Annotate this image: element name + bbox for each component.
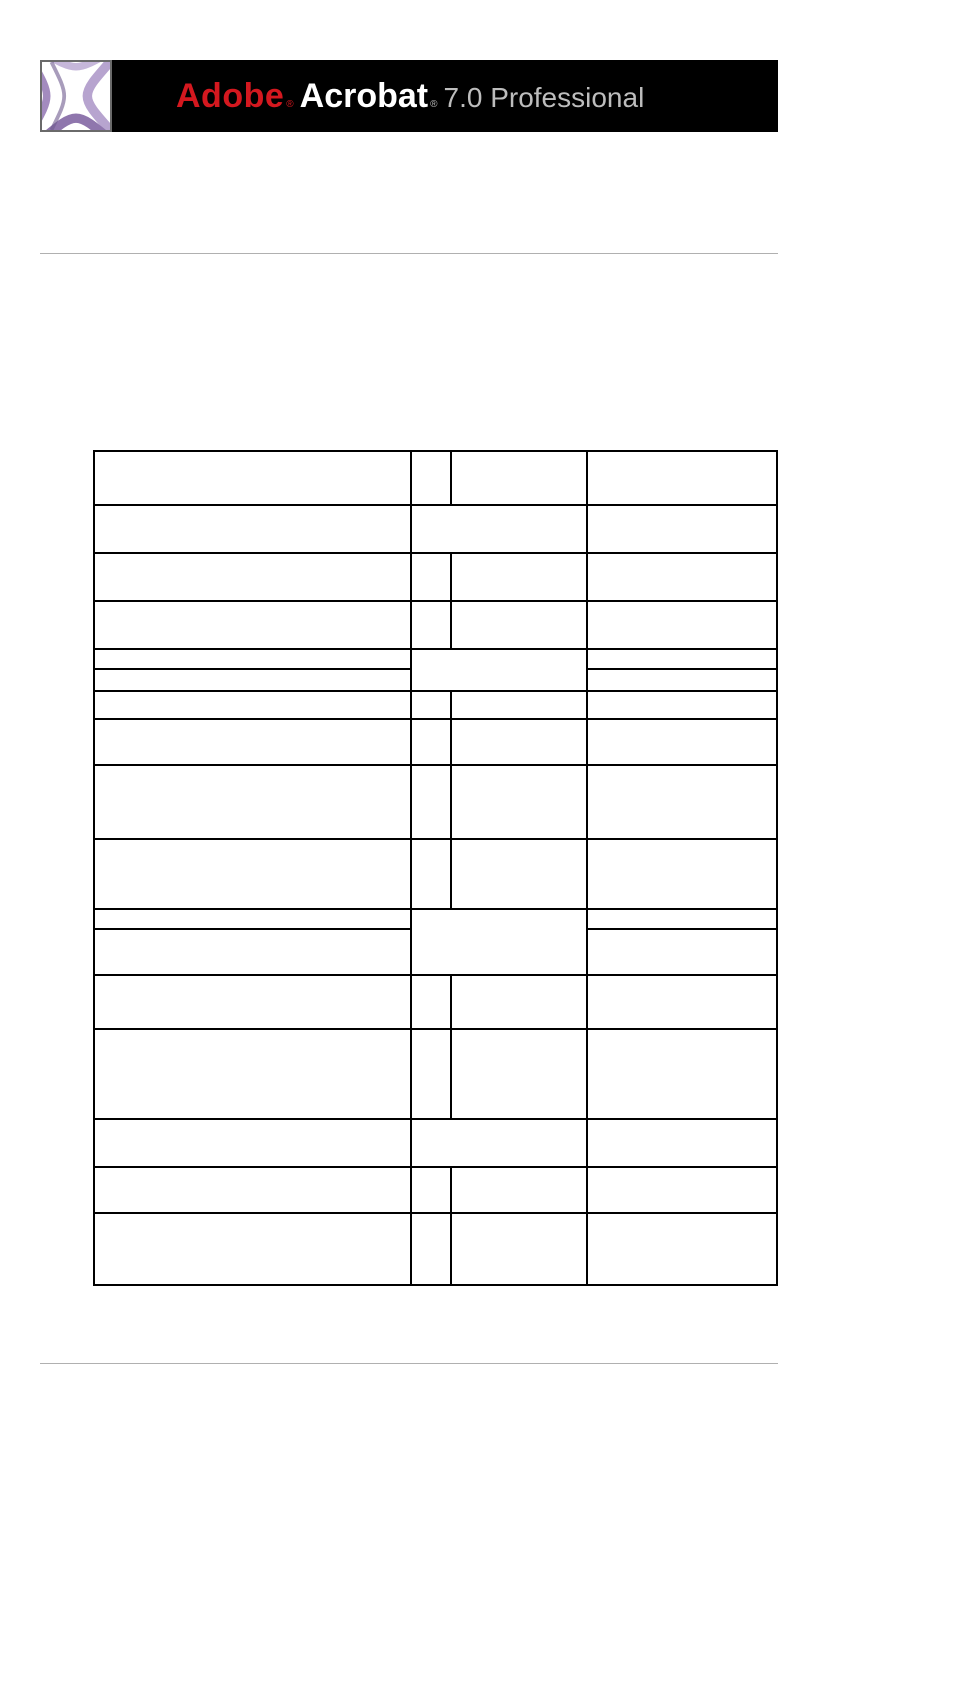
table-row bbox=[94, 909, 777, 929]
product-label: Acrobat bbox=[300, 77, 428, 116]
document-page: Adobe ® Acrobat ® 7.0 Professional bbox=[0, 0, 954, 1700]
table-row bbox=[94, 975, 777, 1029]
table-row bbox=[94, 601, 777, 649]
table-row bbox=[94, 1119, 777, 1167]
table-row bbox=[94, 1167, 777, 1213]
brand-registered: ® bbox=[286, 99, 293, 110]
product-banner: Adobe ® Acrobat ® 7.0 Professional bbox=[40, 60, 778, 132]
version-label: 7.0 Professional bbox=[444, 82, 645, 114]
table-row bbox=[94, 505, 777, 553]
table-row bbox=[94, 719, 777, 765]
table-row bbox=[94, 1029, 777, 1119]
table-row bbox=[94, 839, 777, 909]
table-row bbox=[94, 553, 777, 601]
content-table bbox=[93, 450, 778, 1286]
acrobat-curves-icon bbox=[40, 60, 112, 132]
table-row bbox=[94, 1213, 777, 1285]
table-row bbox=[94, 451, 777, 505]
product-registered: ® bbox=[430, 99, 437, 110]
brand-label: Adobe bbox=[176, 77, 284, 116]
horizontal-rule-bottom bbox=[40, 1363, 778, 1364]
table-row bbox=[94, 649, 777, 669]
banner-text: Adobe ® Acrobat ® 7.0 Professional bbox=[176, 77, 644, 116]
horizontal-rule-top bbox=[40, 253, 778, 254]
table-row bbox=[94, 765, 777, 839]
table-row bbox=[94, 691, 777, 719]
